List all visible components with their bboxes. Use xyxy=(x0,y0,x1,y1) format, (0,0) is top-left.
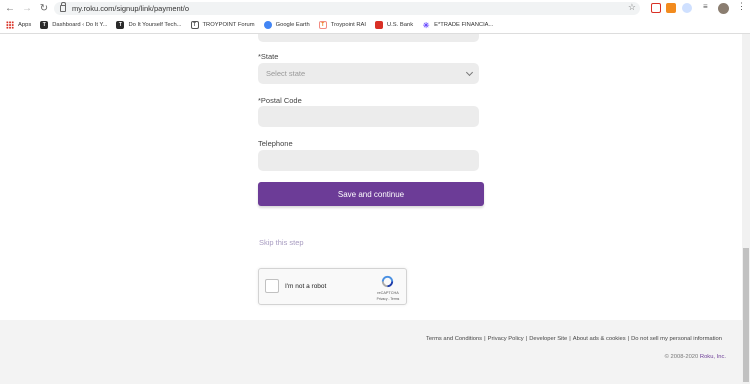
shield-icon xyxy=(375,21,383,29)
bookmark-favicon-icon: T xyxy=(190,21,199,29)
bookmark-troypoint-forum[interactable]: T TROYPOINT Forum xyxy=(190,21,255,29)
telephone-label: Telephone xyxy=(258,139,293,148)
chevron-down-icon xyxy=(465,68,474,77)
recaptcha-brand: reCAPTCHA xyxy=(377,291,399,295)
scrollbar-thumb[interactable] xyxy=(743,248,749,382)
footer-separator: | xyxy=(484,336,486,342)
footer-links: Terms and Conditions | Privacy Policy | Deve… xyxy=(426,336,722,342)
footer-link-developer[interactable]: Developer Site xyxy=(529,336,567,342)
footer-link-terms[interactable]: Terms and Conditions xyxy=(426,336,482,342)
copyright-text: © 2008-2020 xyxy=(664,354,699,360)
postal-code-label: *Postal Code xyxy=(258,96,302,105)
bookmark-etrade[interactable]: ✳ E*TRADE FINANCIA... xyxy=(422,20,494,30)
menu-icon[interactable]: ⋮ xyxy=(737,1,747,11)
bookmark-star-icon[interactable]: ☆ xyxy=(628,2,636,13)
extension-icon-3[interactable] xyxy=(682,3,692,13)
bookmark-google-earth[interactable]: Google Earth xyxy=(263,21,310,29)
etrade-icon: ✳ xyxy=(422,20,430,30)
forward-icon[interactable]: → xyxy=(20,2,34,16)
bookmark-us-bank[interactable]: U.S. Bank xyxy=(375,21,413,29)
recaptcha-logo-icon xyxy=(381,275,394,288)
bookmark-diy-tech[interactable]: T Do It Yourself Tech... xyxy=(116,21,182,29)
reload-icon[interactable]: ↻ xyxy=(37,2,51,16)
page-footer: Terms and Conditions | Privacy Policy | Deve… xyxy=(0,320,742,384)
bookmark-favicon-icon: T xyxy=(40,21,49,29)
recaptcha-label: I'm not a robot xyxy=(285,283,327,290)
extension-icon-2[interactable] xyxy=(666,3,676,13)
footer-link-privacy[interactable]: Privacy Policy xyxy=(488,336,524,342)
previous-field-bottom[interactable] xyxy=(258,34,479,42)
bookmark-troypoint-rai[interactable]: T Troypoint RAI xyxy=(318,21,366,29)
footer-link-do-not-sell[interactable]: Do not sell my personal information xyxy=(631,336,722,342)
recaptcha-checkbox[interactable] xyxy=(265,279,279,293)
footer-separator: | xyxy=(525,336,528,342)
recaptcha-terms-link[interactable]: Privacy - Terms xyxy=(368,297,408,301)
skip-step-link[interactable]: Skip this step xyxy=(259,238,304,247)
postal-code-input[interactable] xyxy=(258,106,479,127)
roku-link[interactable]: Roku, Inc. xyxy=(700,354,726,360)
browser-toolbar: ← → ↻ my.roku.com/signup/link/payment/o … xyxy=(0,0,750,17)
state-placeholder: Select state xyxy=(266,69,306,78)
apps-grid-icon xyxy=(6,21,14,29)
state-label: *State xyxy=(258,52,279,61)
bookmark-apps[interactable]: Apps xyxy=(6,21,31,29)
extension-icon-1[interactable] xyxy=(651,3,661,13)
footer-link-ads-cookies[interactable]: About ads & cookies xyxy=(573,336,626,342)
bookmark-dashboard[interactable]: T Dashboard ‹ Do It Y... xyxy=(40,21,107,29)
recaptcha-widget: I'm not a robot reCAPTCHA Privacy - Term… xyxy=(258,268,407,305)
state-select[interactable]: Select state xyxy=(258,63,479,84)
address-bar[interactable]: my.roku.com/signup/link/payment/o ☆ xyxy=(54,2,640,15)
url-text: my.roku.com/signup/link/payment/o xyxy=(72,4,189,13)
back-icon[interactable]: ← xyxy=(3,2,17,16)
avatar[interactable] xyxy=(718,3,729,14)
globe-icon xyxy=(263,21,272,29)
telephone-input[interactable] xyxy=(258,150,479,171)
footer-separator: | xyxy=(569,336,571,342)
copyright: © 2008-2020 Roku, Inc. xyxy=(665,354,726,360)
bookmark-favicon-icon: T xyxy=(318,21,327,29)
save-and-continue-button[interactable]: Save and continue xyxy=(258,182,484,206)
bookmark-favicon-icon: T xyxy=(116,21,125,29)
page-scrollbar[interactable] xyxy=(742,34,750,384)
footer-separator: | xyxy=(627,336,630,342)
lock-icon xyxy=(60,2,67,12)
playlist-icon[interactable]: ≡ xyxy=(703,2,713,12)
bookmarks-bar: Apps T Dashboard ‹ Do It Y... T Do It Yo… xyxy=(0,17,750,34)
